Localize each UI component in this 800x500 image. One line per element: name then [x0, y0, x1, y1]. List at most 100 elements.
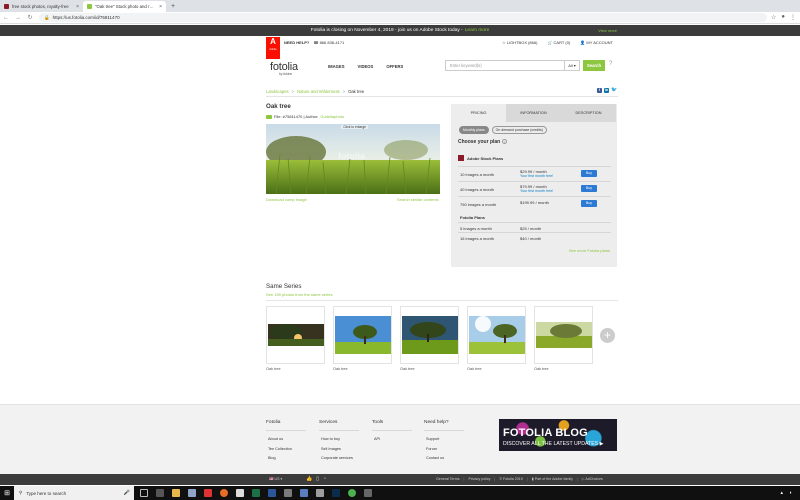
footer-link[interactable]: Support: [424, 435, 464, 445]
rss-icon[interactable]: ◔: [323, 476, 326, 482]
taskbar-search[interactable]: ⚲ Type here to search 🎤: [14, 486, 134, 500]
file-explorer-icon[interactable]: [172, 489, 180, 497]
chrome-icon[interactable]: [348, 489, 356, 497]
series-thumb[interactable]: [266, 306, 325, 364]
volume-icon[interactable]: ◖: [789, 490, 792, 496]
menu-icon[interactable]: ⋮: [790, 14, 796, 21]
app-icon[interactable]: [236, 489, 244, 497]
back-icon[interactable]: ←: [3, 15, 9, 21]
facebook-icon[interactable]: f: [597, 88, 602, 93]
thumb-label[interactable]: Oak tree: [333, 367, 348, 371]
buy-button[interactable]: Buy: [581, 170, 597, 177]
adobe-family-link[interactable]: ▮ Part of the Adobe family: [532, 477, 573, 481]
close-icon[interactable]: ×: [159, 4, 162, 10]
series-thumb[interactable]: [400, 306, 459, 364]
calculator-icon[interactable]: [156, 489, 164, 497]
search-input[interactable]: Enter keyword(s): [446, 63, 564, 68]
info-icon[interactable]: i: [502, 139, 508, 144]
more-series-button[interactable]: +: [600, 328, 615, 343]
adchoices-link[interactable]: ▷ AdChoices: [582, 477, 603, 481]
series-thumb[interactable]: [467, 306, 526, 364]
browser-tab-1[interactable]: free stock photos, royalty-free ×: [0, 1, 83, 12]
nav-offers[interactable]: OFFERS: [386, 64, 403, 69]
phone-number[interactable]: 866 836-4171: [320, 40, 345, 45]
app-icon[interactable]: [316, 489, 324, 497]
buy-button[interactable]: Buy: [581, 185, 597, 192]
nav-videos[interactable]: VIDEOS: [358, 64, 374, 69]
new-tab-button[interactable]: +: [166, 1, 180, 12]
app-icon[interactable]: [284, 489, 292, 497]
breadcrumb-item[interactable]: Landscapes: [266, 89, 289, 94]
search-filter-select[interactable]: All ▾: [564, 61, 579, 70]
fotolia-logo[interactable]: fotolia by Adobe: [270, 61, 298, 76]
microphone-icon[interactable]: 🎤: [124, 490, 130, 496]
word-icon[interactable]: [268, 489, 276, 497]
view-more-link[interactable]: View more: [598, 28, 617, 33]
terms-link[interactable]: General Terms: [436, 477, 460, 481]
monthly-plans-toggle[interactable]: Monthly plans: [459, 126, 489, 134]
photos-icon[interactable]: [364, 489, 372, 497]
adobe-logo[interactable]: A Adobe: [266, 37, 280, 59]
linkedin-icon[interactable]: in: [604, 88, 609, 93]
same-series-link[interactable]: See 159 photos from the same series: [266, 292, 332, 297]
thumb-label[interactable]: Oak tree: [400, 367, 415, 371]
nav-images[interactable]: IMAGES: [328, 64, 345, 69]
close-icon[interactable]: ×: [76, 4, 79, 10]
see-more-plans-link[interactable]: See more Fotolia plans: [569, 248, 610, 253]
windows-start-icon[interactable]: ⊞: [0, 489, 14, 497]
star-icon[interactable]: ☆: [771, 14, 776, 21]
url-field[interactable]: 🔒 https://us.fotolia.com/id/75811470: [39, 13, 767, 22]
taskbar-search-input[interactable]: Type here to search: [26, 491, 66, 496]
enlarge-hint[interactable]: Click to enlarge: [341, 125, 368, 129]
series-thumb[interactable]: [534, 306, 593, 364]
photoshop-icon[interactable]: [332, 489, 340, 497]
privacy-link[interactable]: Privacy policy: [468, 477, 490, 481]
task-view-icon[interactable]: [140, 489, 148, 497]
app-icon[interactable]: [300, 489, 308, 497]
main-photo[interactable]: Click to enlarge fotolia: [266, 124, 440, 194]
mail-icon[interactable]: [188, 489, 196, 497]
thumb-label[interactable]: Oak tree: [266, 367, 281, 371]
author-link[interactable]: Gudellaphoto: [320, 114, 344, 119]
footer-link[interactable]: Corporate services: [319, 454, 359, 464]
fotolia-blog-banner[interactable]: FOTOLIA BLOG DISCOVER ALL THE LATEST UPD…: [499, 419, 617, 451]
reload-icon[interactable]: ↻: [27, 14, 33, 21]
forward-icon[interactable]: →: [15, 15, 21, 21]
help-icon[interactable]: ?: [609, 61, 612, 67]
thumb-label[interactable]: Oak tree: [534, 367, 549, 371]
free-month-link[interactable]: Your first month free!: [520, 189, 553, 193]
twitter-icon[interactable]: 🐦: [611, 88, 617, 93]
search-similar-link[interactable]: Search similar contents: [397, 197, 439, 202]
excel-icon[interactable]: [252, 489, 260, 497]
network-icon[interactable]: ▴: [780, 490, 783, 496]
footer-link[interactable]: Contact us: [424, 454, 464, 464]
thumb-label[interactable]: Oak tree: [467, 367, 482, 371]
series-thumb[interactable]: [333, 306, 392, 364]
lightbox-link[interactable]: ☆ LIGHTBOX (866): [502, 40, 537, 45]
on-demand-toggle[interactable]: On demand purchase (credits): [491, 126, 547, 134]
search-button[interactable]: Search: [583, 60, 605, 71]
firefox-icon[interactable]: [220, 489, 228, 497]
free-month-link[interactable]: Your first month free!: [520, 174, 553, 178]
footer-link[interactable]: API: [372, 435, 412, 445]
thumbs-up-icon[interactable]: 👍: [306, 476, 312, 482]
browser-tab-2[interactable]: "Oak tree" Stock photo and royalt ×: [83, 1, 166, 12]
mobile-icon[interactable]: ▯: [316, 476, 319, 482]
language-selector[interactable]: 🇺🇸 US ▾: [269, 477, 282, 481]
cart-link[interactable]: 🛒 CART (0): [547, 40, 570, 45]
tab-pricing[interactable]: PRICING: [451, 104, 506, 122]
footer-link[interactable]: How to buy: [319, 435, 359, 445]
tab-information[interactable]: INFORMATION: [506, 104, 561, 122]
footer-link[interactable]: Sell Images: [319, 445, 359, 455]
learn-more-link[interactable]: Learn more: [465, 28, 490, 33]
buy-button[interactable]: Buy: [581, 200, 597, 207]
account-link[interactable]: 👤 MY ACCOUNT: [580, 40, 613, 45]
footer-link[interactable]: Ten Collection: [266, 445, 306, 455]
tab-description[interactable]: DESCRIPTION: [561, 104, 616, 122]
media-icon[interactable]: [204, 489, 212, 497]
footer-link[interactable]: Blog: [266, 454, 306, 464]
footer-link[interactable]: About us: [266, 435, 306, 445]
breadcrumb-item[interactable]: Nature and Wilderness: [297, 89, 340, 94]
download-comp-link[interactable]: Download comp image: [266, 197, 307, 202]
footer-link[interactable]: Forum: [424, 445, 464, 455]
